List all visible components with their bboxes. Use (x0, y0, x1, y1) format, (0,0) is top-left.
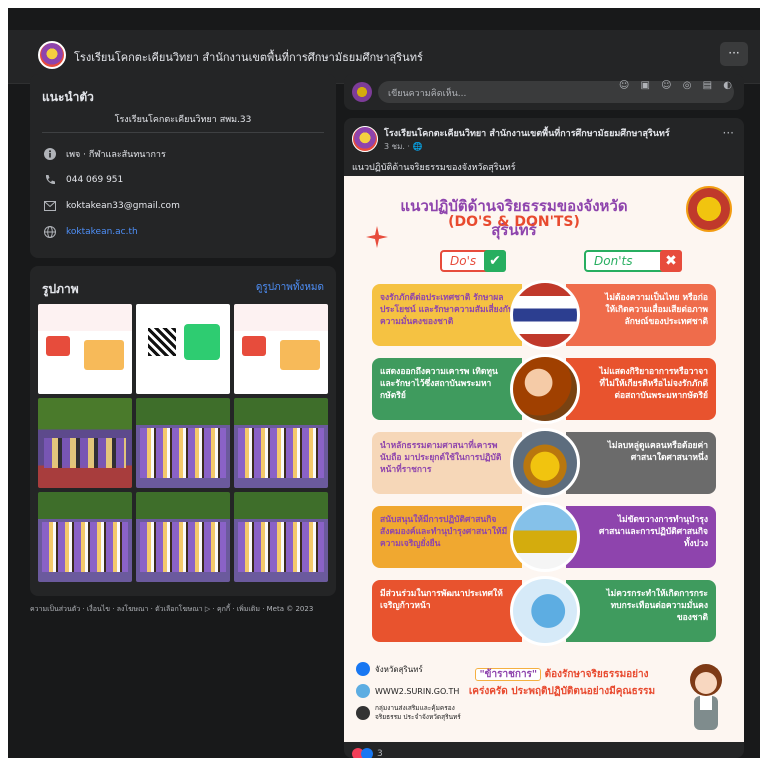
post-author-avatar[interactable] (352, 126, 378, 152)
more-options-button[interactable]: ··· (720, 42, 748, 66)
guideline-row: นำหลักธรรมตามศาสนาที่เคารพนับถือ มาประยุ… (344, 428, 744, 498)
facebook-brand: จังหวัดสุรินทร์ (356, 662, 423, 676)
guideline-row: แสดงออกถึงความเคารพ เทิดทูน และรักษาไว้ซ… (344, 354, 744, 424)
photos-heading: รูปภาพ (42, 282, 79, 296)
org-brand-text: กลุ่มงานส่งเสริมและคุ้มครองจริยธรรม ประจ… (375, 704, 461, 721)
phone-icon (42, 172, 58, 188)
facebook-brand-text: จังหวัดสุรินทร์ (375, 664, 423, 674)
guideline-row: มีส่วนร่วมในการพัฒนาประเทศให้เจริญก้าวหน… (344, 576, 744, 646)
post-more-button[interactable]: ··· (723, 126, 734, 140)
facebook-icon (356, 662, 370, 676)
org-brand: กลุ่มงานส่งเสริมและคุ้มครองจริยธรรม ประจ… (356, 704, 466, 722)
photo-thumbnail[interactable] (234, 304, 328, 394)
composer-icons[interactable]: ☺ ▣ ☺ ◎ ▤ ◐ (619, 80, 736, 91)
poster-subtitle: (DO'S & DON'TS) (448, 214, 580, 230)
mail-icon (42, 198, 58, 214)
facebook-page-window: โรงเรียนโคกตะเคียนวิทยา สำนักงานเขตพื้นท… (8, 8, 760, 758)
cartoon-girl-image (690, 664, 722, 730)
people-bowing-image (510, 354, 580, 424)
dos-label: Do's (450, 254, 477, 268)
photos-card: รูปภาพ ดูรูปภาพทั้งหมด (30, 266, 336, 596)
post-card: โรงเรียนโคกตะเคียนวิทยา สำนักงานเขตพื้นท… (344, 118, 744, 758)
photo-thumbnail[interactable] (38, 398, 132, 488)
poster-slogan: "ข้าราชการ" ต้องรักษาจริยธรรมอย่างเคร่งค… (462, 666, 662, 700)
website-link[interactable]: koktakean.ac.th (66, 227, 138, 237)
thai-flag-image (510, 280, 580, 350)
info-icon (42, 146, 58, 162)
category-row: เพจ · กีฬาและสันทนาการ (42, 146, 166, 162)
email-row: koktakean33@gmail.com (42, 198, 180, 214)
post-image[interactable]: แนวปฏิบัติด้านจริยธรรมของจังหวัดสุรินทร์… (344, 176, 744, 742)
post-timestamp[interactable]: 3 ชม. · 🌐 (384, 140, 422, 153)
photo-thumbnail[interactable] (38, 304, 132, 394)
footer-links[interactable]: ความเป็นส่วนตัว · เงื่อนไข · ลงโฆษณา · ต… (30, 604, 340, 614)
thailand-map-image (510, 576, 580, 646)
slogan-highlight: "ข้าราชการ" (475, 668, 542, 681)
divider (42, 132, 324, 133)
do-text: จงรักภักดีต่อประเทศชาติ รักษาผลประโยชน์ … (372, 284, 522, 346)
do-text: แสดงออกถึงความเคารพ เทิดทูน และรักษาไว้ซ… (372, 358, 522, 420)
page-title[interactable]: โรงเรียนโคกตะเคียนวิทยา สำนักงานเขตพื้นท… (74, 48, 423, 66)
composer-avatar (352, 82, 372, 102)
email-text[interactable]: koktakean33@gmail.com (66, 201, 180, 211)
do-text: นำหลักธรรมตามศาสนาที่เคารพนับถือ มาประยุ… (372, 432, 522, 494)
person-icon (356, 706, 370, 720)
page-avatar[interactable] (38, 41, 66, 69)
photo-grid (38, 304, 328, 582)
comment-composer: เขียนความคิดเห็น... ☺ ▣ ☺ ◎ ▤ ◐ (344, 74, 744, 110)
check-icon: ✔ (484, 250, 506, 272)
temple-image (510, 502, 580, 572)
do-text: มีส่วนร่วมในการพัฒนาประเทศให้เจริญก้าวหน… (372, 580, 522, 642)
web-icon (356, 684, 370, 698)
phone-text: 044 069 951 (66, 175, 124, 185)
photo-thumbnail[interactable] (38, 492, 132, 582)
see-all-photos-link[interactable]: ดูรูปภาพทั้งหมด (256, 280, 324, 295)
cross-icon: ✖ (660, 250, 682, 272)
post-author-name[interactable]: โรงเรียนโคกตะเคียนวิทยา สำนักงานเขตพื้นท… (384, 126, 670, 140)
category-text: เพจ · กีฬาและสันทนาการ (66, 150, 166, 160)
reaction-count: 3 (377, 749, 383, 758)
photo-thumbnail[interactable] (136, 492, 230, 582)
post-caption: แนวปฏิบัติด้านจริยธรรมของจังหวัดสุรินทร์ (352, 163, 516, 173)
dos-badge: Do's ✔ (440, 250, 506, 272)
dont-text: ไม่ขัดขวางการทำนุบำรุงศาสนาและการปฏิบัติ… (566, 506, 716, 568)
guideline-row: สนับสนุนให้มีการปฏิบัติศาสนกิจ สังคมองค์… (344, 502, 744, 572)
website-brand-text: WWW2.SURIN.GO.TH (375, 686, 460, 696)
donts-badge: Don'ts ✖ (584, 250, 682, 272)
like-reaction-icon (361, 748, 373, 758)
do-text: สนับสนุนให้มีการปฏิบัติศาสนกิจ สังคมองค์… (372, 506, 522, 568)
dont-text: ไม่ต้องความเป็นไทย หรือก่อให้เกิดความเสื… (566, 284, 716, 346)
intro-bio: โรงเรียนโคกตะเคียนวิทยา สพม.33 (114, 115, 252, 125)
photo-thumbnail[interactable] (234, 398, 328, 488)
guideline-row: จงรักภักดีต่อประเทศชาติ รักษาผลประโยชน์ … (344, 280, 744, 350)
intro-card: แนะนำตัว โรงเรียนโคกตะเคียนวิทยา สพม.33 … (30, 74, 336, 258)
website-row[interactable]: koktakean.ac.th (42, 224, 138, 240)
poster-footer: จังหวัดสุรินทร์ WWW2.SURIN.GO.TH กลุ่มงา… (344, 654, 744, 742)
province-seal-image (686, 186, 732, 232)
intro-heading: แนะนำตัว (42, 90, 94, 104)
dont-text: ไม่ลบหลู่ดูแคลนหรือด้อยค่าศาสนาใดศาสนาหน… (566, 432, 716, 494)
photo-thumbnail[interactable] (136, 398, 230, 488)
globe-icon (42, 224, 58, 240)
phone-row: 044 069 951 (42, 172, 123, 188)
photo-thumbnail[interactable] (234, 492, 328, 582)
dont-text: ไม่แสดงกิริยาอาการหรือวาจาที่ไม่ให้เกียร… (566, 358, 716, 420)
donts-label: Don'ts (594, 254, 633, 268)
photo-thumbnail[interactable] (136, 304, 230, 394)
dont-text: ไม่ควรกระทำให้เกิดการกระทบกระเทือนต่อควา… (566, 580, 716, 642)
buddha-image (510, 428, 580, 498)
website-brand: WWW2.SURIN.GO.TH (356, 684, 459, 698)
reaction-summary[interactable]: 3 (352, 748, 383, 758)
